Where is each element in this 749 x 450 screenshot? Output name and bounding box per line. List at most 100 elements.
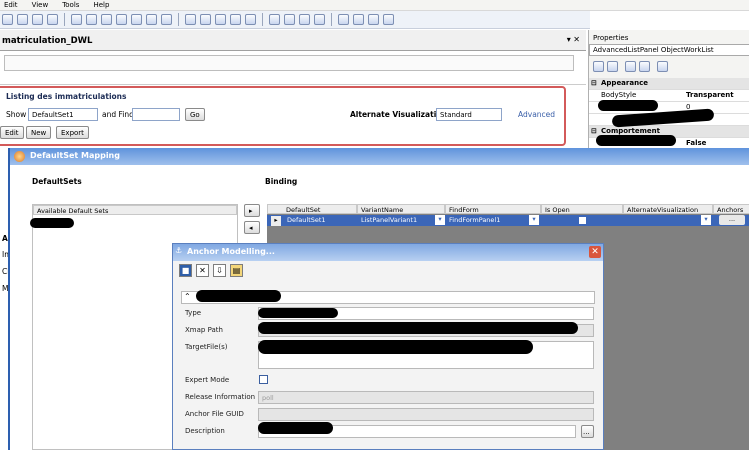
new-icon[interactable] <box>2 14 13 25</box>
find-input[interactable] <box>132 108 180 121</box>
menu-tools[interactable]: Tools <box>62 1 79 9</box>
play-icon[interactable] <box>368 14 379 25</box>
close-icon[interactable]: ✕ <box>589 246 601 258</box>
designer-surface <box>0 51 586 85</box>
properties-object-row[interactable]: AdvancedListPanel ObjectWorkList <box>589 44 749 56</box>
expert-mode-label: Expert Mode <box>185 376 230 384</box>
defaultset-mapping-titlebar[interactable]: DefaultSet Mapping <box>10 148 749 165</box>
variant-dropdown-icon[interactable]: ▾ <box>435 215 445 225</box>
redaction-mark <box>598 100 658 111</box>
open-folder-icon[interactable]: ▤ <box>230 264 243 277</box>
anchor-file-guid-label: Anchor File GUID <box>185 410 244 418</box>
alphabetical-icon[interactable] <box>607 61 618 72</box>
cell-findform[interactable]: FindFormPanel1 <box>449 216 500 224</box>
properties-icon[interactable] <box>625 61 636 72</box>
xmap-path-label: Xmap Path <box>185 326 223 334</box>
move-left-button[interactable]: ◂ <box>244 221 260 234</box>
row-indicator-icon: ▸ <box>271 216 281 226</box>
categorized-icon[interactable] <box>593 61 604 72</box>
save-icon[interactable] <box>32 14 43 25</box>
refresh-icon[interactable] <box>200 14 211 25</box>
cell-variantname[interactable]: ListPanelVariant1 <box>361 216 417 224</box>
brush-icon[interactable] <box>245 14 256 25</box>
bodystyle-value: Transparent <box>686 91 734 99</box>
listing-panel: Listing des immatriculations Show Defaul… <box>0 86 566 146</box>
description-ellipsis-button[interactable]: ... <box>581 425 594 438</box>
false-value: False <box>686 139 707 147</box>
import-icon[interactable]: ⇩ <box>213 264 226 277</box>
tools-icon[interactable] <box>161 14 172 25</box>
open-icon[interactable] <box>17 14 28 25</box>
go-button[interactable]: Go <box>185 108 205 121</box>
window-icon[interactable] <box>185 14 196 25</box>
edit-button[interactable]: Edit <box>0 126 24 139</box>
document-tab[interactable]: matriculation_DWL ▾ ✕ <box>0 30 586 51</box>
build-icon[interactable] <box>146 14 157 25</box>
new-button[interactable]: New <box>26 126 52 139</box>
bodystyle-label: BodyStyle <box>601 91 637 99</box>
property-pages-icon[interactable] <box>657 61 668 72</box>
type-label: Type <box>185 309 202 317</box>
save-icon[interactable]: ■ <box>179 264 192 277</box>
collapse-icon: ⊟ <box>591 127 597 135</box>
redaction-mark <box>196 290 281 302</box>
menu-help[interactable]: Help <box>93 1 109 9</box>
release-information-field[interactable]: poll <box>258 391 594 404</box>
events-icon[interactable] <box>639 61 650 72</box>
appearance-section-label: Appearance <box>601 79 648 87</box>
anchors-ellipsis-button[interactable]: ... <box>719 215 745 225</box>
stop-icon[interactable] <box>383 14 394 25</box>
isopen-checkbox[interactable] <box>579 217 586 224</box>
anchor-icon: ⚓ <box>175 246 183 255</box>
grid-icon[interactable] <box>215 14 226 25</box>
defaultset-mapping-title: DefaultSet Mapping <box>30 151 120 160</box>
show-select[interactable]: DefaultSet1 <box>28 108 98 121</box>
upload-icon[interactable] <box>230 14 241 25</box>
find-icon[interactable] <box>116 14 127 25</box>
paste-icon[interactable] <box>101 14 112 25</box>
menu-edit[interactable]: Edit <box>4 1 18 9</box>
anchor-modelling-titlebar[interactable]: ⚓ Anchor Modelling... ✕ <box>173 244 603 261</box>
pointer-icon[interactable] <box>353 14 364 25</box>
menu-view[interactable]: View <box>32 1 49 9</box>
advanced-link[interactable]: Advanced <box>518 110 555 119</box>
appearance-section[interactable]: ⊟ Appearance <box>589 78 749 90</box>
properties-title-row: Properties <box>589 32 749 44</box>
document-title: matriculation_DWL <box>2 36 93 46</box>
redaction-mark <box>258 422 333 434</box>
expert-mode-checkbox[interactable] <box>259 375 268 384</box>
copy-icon[interactable] <box>86 14 97 25</box>
format-icon[interactable] <box>284 14 295 25</box>
redaction-mark <box>258 340 533 354</box>
redaction-mark <box>258 322 578 334</box>
available-defaultsets-label: Available Default Sets <box>37 207 109 215</box>
debug-icon[interactable] <box>314 14 325 25</box>
alt-visualization-select[interactable]: Standard <box>436 108 502 121</box>
replace-icon[interactable] <box>131 14 142 25</box>
grid-header-alternatevisualization: AlternateVisualization <box>623 204 713 214</box>
layout-icon[interactable] <box>299 14 310 25</box>
cell-defaultset[interactable]: DefaultSet1 <box>287 216 326 224</box>
alt-visualization-label: Alternate Visualization <box>350 110 447 119</box>
toolbar-separator <box>331 13 332 26</box>
cut-icon[interactable] <box>71 14 82 25</box>
redaction-mark <box>258 308 338 318</box>
show-label: Show <box>6 110 27 119</box>
findform-dropdown-icon[interactable]: ▾ <box>529 215 539 225</box>
edit-icon[interactable] <box>47 14 58 25</box>
altvis-dropdown-icon[interactable]: ▾ <box>701 215 711 225</box>
anchor-file-guid-field[interactable] <box>258 408 594 421</box>
properties-object-selector: AdvancedListPanel ObjectWorkList <box>593 46 714 54</box>
collapse-chevron-icon[interactable]: ⌃ <box>184 292 191 301</box>
table-row[interactable]: ▸ DefaultSet1 ListPanelVariant1 ▾ FindFo… <box>267 215 749 226</box>
cancel-icon[interactable]: ✕ <box>196 264 209 277</box>
release-information-value: poll <box>262 394 274 402</box>
redaction-mark <box>596 135 676 146</box>
zoom-icon[interactable] <box>338 14 349 25</box>
document-close-controls[interactable]: ▾ ✕ <box>567 35 580 44</box>
grid-header-anchors: Anchors <box>713 204 749 214</box>
move-right-button[interactable]: ▸ <box>244 204 260 217</box>
export-button[interactable]: Export <box>56 126 89 139</box>
align-icon[interactable] <box>269 14 280 25</box>
toolbar-separator <box>178 13 179 26</box>
